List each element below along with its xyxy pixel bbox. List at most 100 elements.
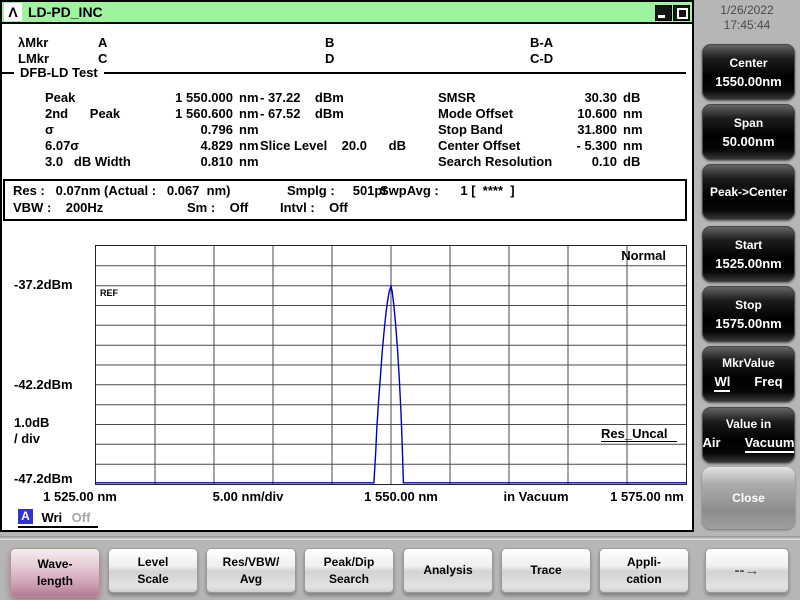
datetime-display: 1/26/2022 17:45:44: [698, 3, 796, 33]
softkey-label: Value in: [702, 417, 795, 431]
marker-a: A: [98, 35, 107, 50]
wavelength-marker-label: λMkr: [18, 35, 48, 50]
marker-d: D: [325, 51, 334, 66]
fnkey-res-vbw-avg[interactable]: Res/VBW/ Avg: [206, 548, 296, 593]
meas-label: Center Offset: [438, 138, 520, 153]
softkey-value-in[interactable]: Value in Air Vacuum: [702, 407, 795, 463]
mkrvalue-option-freq[interactable]: Freq: [754, 374, 782, 392]
meas-value: 10.600: [520, 106, 617, 121]
y-bottom-label: -47.2dBm: [14, 471, 73, 486]
fnkey-peak-dip-search[interactable]: Peak/Dip Search: [304, 548, 394, 593]
fnkey-label: Scale: [109, 571, 197, 588]
x-medium-label: in Vacuum: [503, 489, 568, 504]
marker-b: B: [325, 35, 334, 50]
marker-c-d: C-D: [530, 51, 553, 66]
grid-lines: [96, 246, 686, 484]
sweep-settings-box: Res : 0.07nm (Actual : 0.067 nm) Smplg :…: [3, 179, 687, 221]
meas-unit: nm: [623, 138, 643, 153]
softkey-value: 1550.00nm: [702, 74, 795, 89]
spectrum-plot: REF Normal Res_Uncal: [95, 245, 687, 485]
value-in-option-air[interactable]: Air: [703, 435, 721, 453]
minimize-icon: [658, 15, 665, 18]
maximize-icon: [677, 8, 688, 19]
meas-value: - 5.300: [520, 138, 617, 153]
meas-value: 4.829: [143, 138, 233, 153]
meas-value: 0.796: [143, 122, 233, 137]
fnkey-level-scale[interactable]: Level Scale: [108, 548, 198, 593]
softkey-close[interactable]: Close: [702, 467, 795, 529]
marker-b-a: B-A: [530, 35, 553, 50]
meas-unit: nm: [623, 122, 643, 137]
meas-unit: dB: [623, 154, 640, 169]
meas-value: 1 550.000: [143, 90, 233, 105]
section-divider: [2, 72, 686, 74]
measurement-row: σ 0.796 nm Stop Band 31.800 nm: [2, 122, 692, 138]
meas-label: 6.07σ: [45, 138, 79, 153]
fnkey-label: cation: [600, 571, 688, 588]
interval-setting: Intvl : Off: [280, 200, 348, 215]
trace-write-mode: Wri: [41, 510, 62, 525]
meas-unit: nm: [239, 138, 259, 153]
softkey-stop[interactable]: Stop 1575.00nm: [702, 286, 795, 342]
sweep-mode-label: Normal: [621, 248, 666, 263]
fnkey-label: Level: [109, 554, 197, 571]
meas-unit: nm: [239, 122, 259, 137]
fnkey-label: Peak/Dip: [305, 554, 393, 571]
meas-label: Stop Band: [438, 122, 503, 137]
fnkey-more-arrow[interactable]: --→: [705, 548, 789, 593]
sweep-average-setting: SwpAvg : 1 [ **** ]: [380, 183, 515, 198]
y-scale-label2: / div: [14, 431, 40, 446]
y-mid-label: -42.2dBm: [14, 377, 73, 392]
meas-unit: nm: [239, 90, 259, 105]
level-marker-label: LMkr: [18, 51, 49, 66]
fnkey-trace[interactable]: Trace: [501, 548, 591, 593]
meas-label: 3.0 dB Width: [45, 154, 131, 169]
sampling-setting: Smplg : 501pt: [287, 183, 387, 198]
minimize-button[interactable]: [655, 5, 672, 21]
fnkey-label: Analysis: [404, 562, 492, 579]
fnkey-label: Appli-: [600, 554, 688, 571]
fnkey-label: Avg: [207, 571, 295, 588]
display-screen: Λ LD-PD_INC λMkr A B B-A LMkr C D C-D DF…: [0, 0, 694, 532]
fnkey-label: length: [11, 573, 99, 590]
analysis-section-title: DFB-LD Test: [14, 65, 104, 80]
smoothing-setting: Sm : Off: [187, 200, 248, 215]
softkey-label: Peak->Center: [702, 185, 795, 199]
trace-letter-badge: A: [18, 509, 33, 524]
fnkey-application[interactable]: Appli- cation: [599, 548, 689, 593]
meas-value: 30.30: [520, 90, 617, 105]
softkey-mkrvalue[interactable]: MkrValue Wl Freq: [702, 346, 795, 402]
meas-extra: - 37.22 dBm: [260, 90, 344, 105]
trace-indicator[interactable]: A Wri Off: [18, 509, 98, 528]
softkey-label: Stop: [702, 298, 795, 312]
softkey-value: 1525.00nm: [702, 256, 795, 271]
ref-line-label: REF: [100, 288, 118, 298]
value-in-option-vacuum[interactable]: Vacuum: [745, 435, 795, 453]
instrument-front-panel: Λ LD-PD_INC λMkr A B B-A LMkr C D C-D DF…: [0, 0, 800, 600]
fnkey-wavelength[interactable]: Wave- length: [10, 548, 100, 597]
trace-off-mode: Off: [72, 510, 91, 525]
mkrvalue-option-wl[interactable]: Wl: [714, 374, 730, 392]
softkey-start[interactable]: Start 1525.00nm: [702, 226, 795, 282]
vbw-setting: VBW : 200Hz: [13, 200, 103, 215]
fnkey-analysis[interactable]: Analysis: [403, 548, 493, 593]
maximize-button[interactable]: [673, 5, 690, 21]
res-uncal-warning: Res_Uncal: [601, 426, 677, 442]
marker-c: C: [98, 51, 107, 66]
meas-value: 0.810: [143, 154, 233, 169]
softkey-label: MkrValue: [702, 356, 795, 370]
softkey-center[interactable]: Center 1550.00nm: [702, 44, 795, 100]
spectrum-svg: [96, 246, 686, 484]
y-ref-label: -37.2dBm: [14, 277, 73, 292]
meas-label: Mode Offset: [438, 106, 513, 121]
meas-label: Peak: [45, 90, 75, 105]
title-bar: Λ LD-PD_INC: [2, 2, 692, 24]
softkey-label: Close: [702, 491, 795, 505]
app-logo-icon: Λ: [4, 3, 22, 21]
meas-value: 31.800: [520, 122, 617, 137]
softkey-value: 1575.00nm: [702, 316, 795, 331]
more-arrow-icon: --→: [706, 562, 788, 579]
meas-unit: nm: [623, 106, 643, 121]
softkey-span[interactable]: Span 50.00nm: [702, 104, 795, 160]
softkey-peak-to-center[interactable]: Peak->Center: [702, 164, 795, 220]
